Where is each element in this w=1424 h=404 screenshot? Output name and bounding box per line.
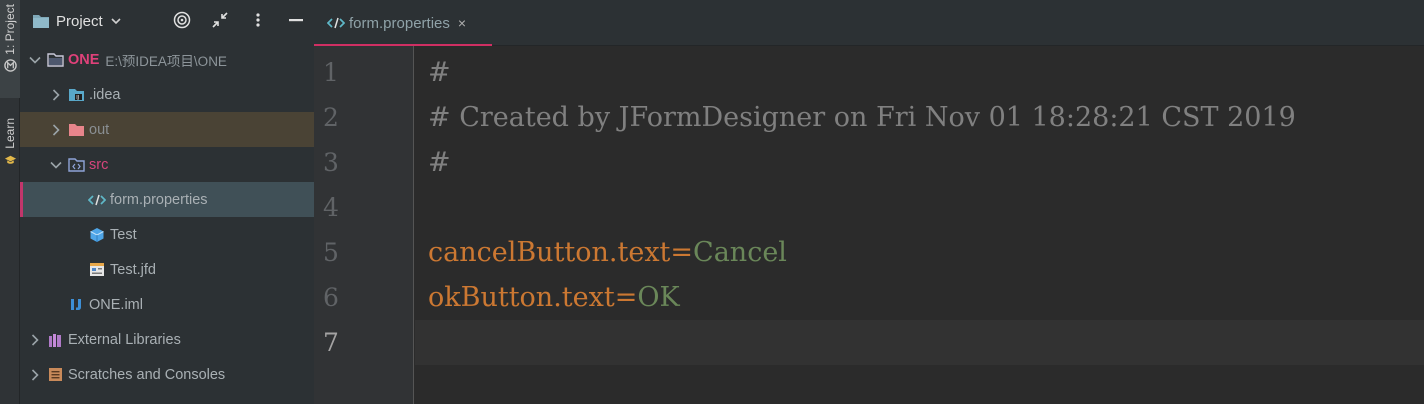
options-menu-button[interactable] bbox=[248, 10, 268, 30]
tree-item-test[interactable]: Test bbox=[20, 217, 314, 252]
line-number: 6 bbox=[323, 283, 339, 312]
chevron-right-icon[interactable] bbox=[49, 123, 63, 137]
minimize-icon bbox=[289, 19, 303, 22]
tree-item-label: External Libraries bbox=[68, 331, 181, 348]
tree-item-one-iml[interactable]: ONE.iml bbox=[20, 287, 314, 322]
form-file-icon bbox=[88, 261, 106, 279]
collapse-all-button[interactable] bbox=[210, 10, 230, 30]
learn-hat-icon bbox=[4, 155, 16, 164]
chevron-down-icon[interactable] bbox=[28, 53, 42, 67]
project-folder-icon bbox=[33, 15, 49, 28]
tree-item-src[interactable]: src bbox=[20, 147, 314, 182]
line-number-current: 7 bbox=[323, 328, 339, 357]
project-panel: Project ONE E:\预IDEA项目\ONE IJ .idea out … bbox=[20, 0, 314, 404]
root-module-path: E:\预IDEA项目\ONE bbox=[105, 53, 227, 69]
property-separator: = bbox=[614, 282, 638, 313]
chevron-right-icon[interactable] bbox=[28, 333, 42, 347]
line-number: 4 bbox=[323, 193, 339, 222]
code-line[interactable]: okButton.text = OK bbox=[415, 275, 1424, 320]
line-number: 2 bbox=[323, 103, 339, 132]
tree-item-one-root[interactable]: ONE E:\预IDEA项目\ONE bbox=[20, 42, 314, 77]
chevron-right-icon[interactable] bbox=[49, 88, 63, 102]
learn-tool-label: Learn bbox=[3, 118, 17, 149]
iml-file-icon bbox=[67, 296, 85, 314]
project-panel-header: Project bbox=[20, 0, 314, 42]
property-key: okButton.text bbox=[428, 282, 615, 313]
idea-folder-icon: IJ bbox=[67, 86, 85, 104]
tree-item-label: Test.jfd bbox=[110, 261, 156, 278]
code-line[interactable] bbox=[415, 185, 1424, 230]
more-vertical-icon bbox=[256, 13, 260, 27]
tree-item-label: src bbox=[89, 156, 109, 173]
learn-tool-button[interactable]: Learn bbox=[0, 118, 20, 180]
comment-text: # bbox=[428, 147, 451, 178]
tree-item-label: form.properties bbox=[110, 191, 208, 208]
comment-text: # bbox=[428, 57, 451, 88]
project-tool-label: 1: Project bbox=[3, 4, 17, 55]
code-editor[interactable]: # # Created by JFormDesigner on Fri Nov … bbox=[415, 46, 1424, 404]
tree-item-out[interactable]: out bbox=[20, 112, 314, 147]
locate-file-button[interactable] bbox=[172, 10, 192, 30]
java-class-icon bbox=[88, 226, 106, 244]
code-line[interactable]: # Created by JFormDesigner on Fri Nov 01… bbox=[415, 95, 1424, 140]
maven-icon bbox=[3, 58, 17, 72]
tree-item-test-jfd[interactable]: Test.jfd bbox=[20, 252, 314, 287]
tree-item-label: Scratches and Consoles bbox=[68, 366, 226, 383]
project-view-selector[interactable]: Project bbox=[32, 13, 121, 30]
tree-item-idea[interactable]: IJ .idea bbox=[20, 77, 314, 112]
comment-text: # Created by JFormDesigner on Fri Nov 01… bbox=[428, 102, 1296, 133]
code-line-current[interactable] bbox=[415, 320, 1424, 365]
tree-item-label: .idea bbox=[89, 86, 121, 103]
properties-file-icon bbox=[327, 17, 345, 29]
code-line[interactable]: # bbox=[415, 140, 1424, 185]
line-number-gutter: 1 2 3 4 5 6 7 bbox=[314, 46, 414, 404]
property-key: cancelButton.text bbox=[428, 237, 671, 268]
target-icon bbox=[173, 11, 191, 29]
line-number: 5 bbox=[323, 238, 339, 267]
tree-item-form-properties[interactable]: form.properties bbox=[20, 182, 314, 217]
source-folder-icon bbox=[67, 156, 85, 174]
hide-panel-button[interactable] bbox=[286, 10, 306, 30]
property-value: OK bbox=[637, 282, 680, 313]
collapse-icon bbox=[212, 12, 228, 28]
tab-form-properties[interactable]: form.properties × bbox=[314, 0, 492, 46]
chevron-down-icon bbox=[111, 18, 121, 25]
library-icon bbox=[46, 331, 64, 349]
line-number: 1 bbox=[323, 58, 339, 87]
module-folder-icon bbox=[46, 51, 64, 69]
line-number: 3 bbox=[323, 148, 339, 177]
property-value: Cancel bbox=[693, 237, 787, 268]
tree-item-label: out bbox=[89, 121, 110, 138]
chevron-down-icon[interactable] bbox=[49, 158, 63, 172]
code-line[interactable]: cancelButton.text = Cancel bbox=[415, 230, 1424, 275]
project-tree: ONE E:\预IDEA项目\ONE IJ .idea out src form… bbox=[20, 42, 314, 392]
svg-text:IJ: IJ bbox=[76, 95, 79, 101]
property-separator: = bbox=[670, 237, 694, 268]
properties-file-icon bbox=[88, 191, 106, 209]
excluded-folder-icon bbox=[67, 121, 85, 139]
tree-item-scratches-and-consoles[interactable]: Scratches and Consoles bbox=[20, 357, 314, 392]
close-icon[interactable]: × bbox=[458, 15, 466, 31]
tree-item-external-libraries[interactable]: External Libraries bbox=[20, 322, 314, 357]
code-line[interactable]: # bbox=[415, 50, 1424, 95]
scratches-icon bbox=[46, 366, 64, 384]
project-tool-button[interactable]: 1: Project bbox=[0, 0, 20, 98]
root-module-name: ONE bbox=[68, 51, 100, 68]
editor-tab-bar: form.properties × bbox=[314, 0, 1424, 46]
tree-item-label: ONE.iml bbox=[89, 296, 143, 313]
tree-item-label: Test bbox=[110, 226, 137, 243]
chevron-right-icon[interactable] bbox=[28, 368, 42, 382]
tab-label: form.properties bbox=[349, 14, 450, 32]
tool-window-strip: 1: Project Learn bbox=[0, 0, 20, 404]
editor-area: form.properties × 1 2 3 4 5 6 7 # # Crea… bbox=[314, 0, 1424, 404]
project-panel-title: Project bbox=[56, 12, 103, 30]
